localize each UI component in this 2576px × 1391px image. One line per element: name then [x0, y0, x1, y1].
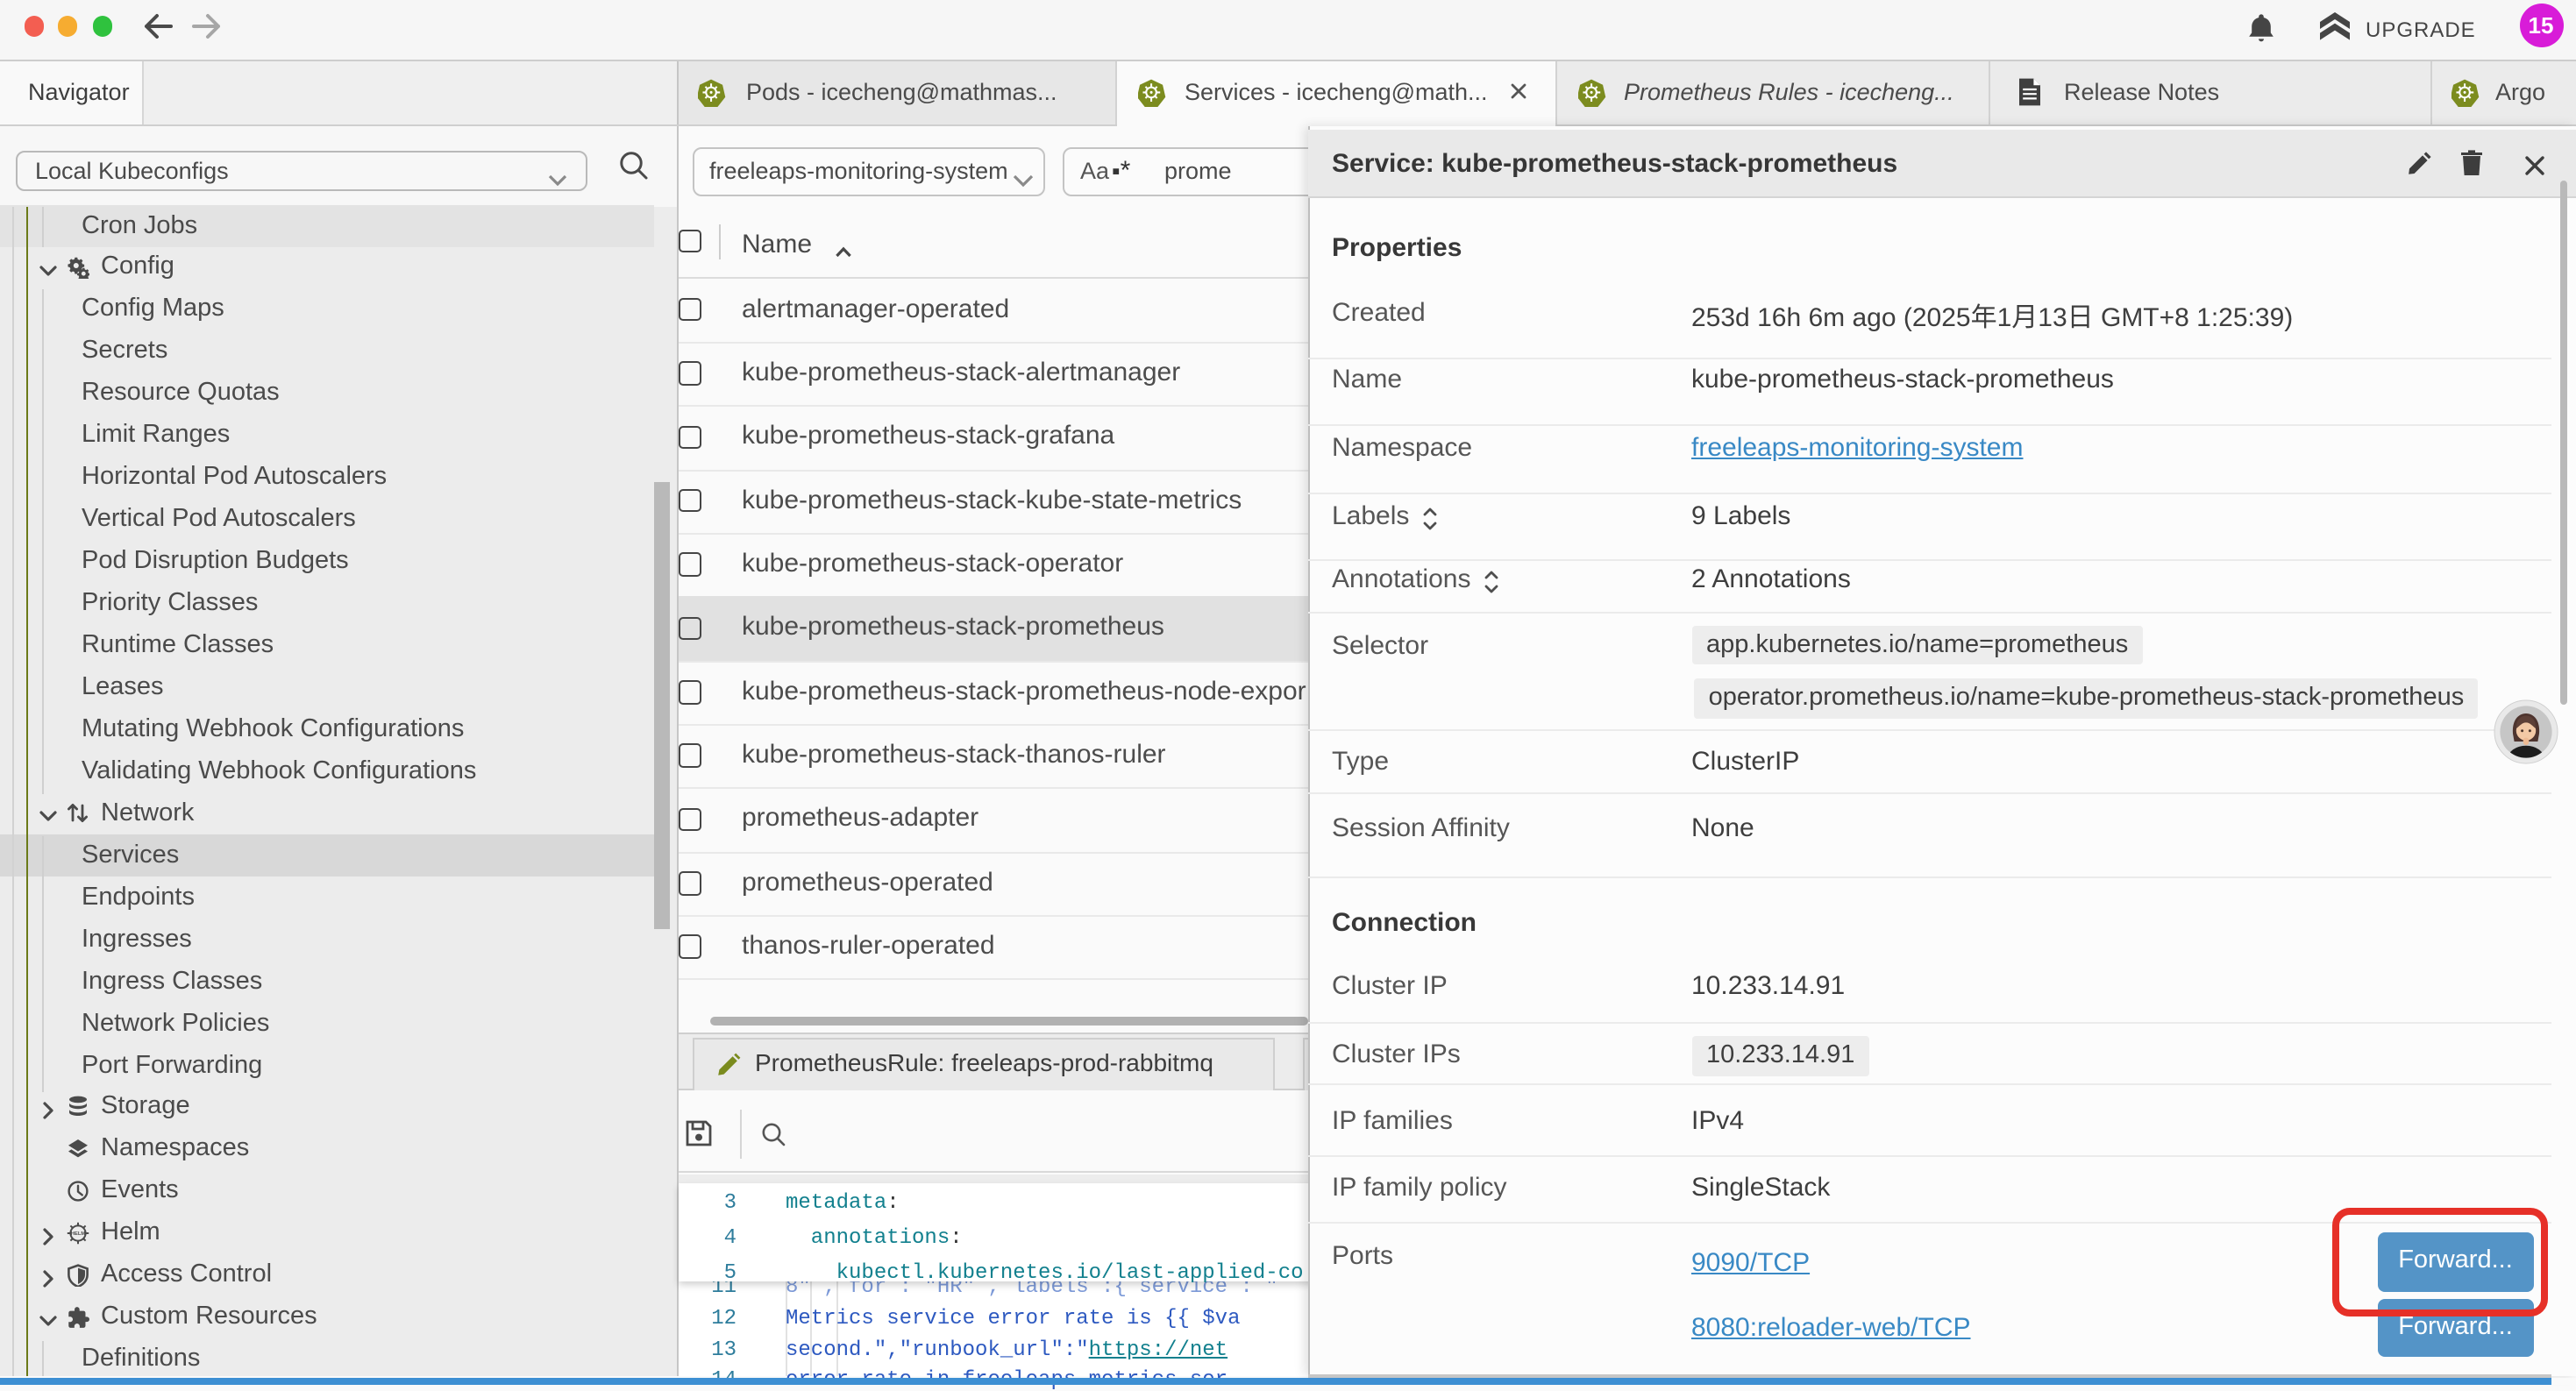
svg-text:HELM: HELM	[71, 1231, 86, 1237]
